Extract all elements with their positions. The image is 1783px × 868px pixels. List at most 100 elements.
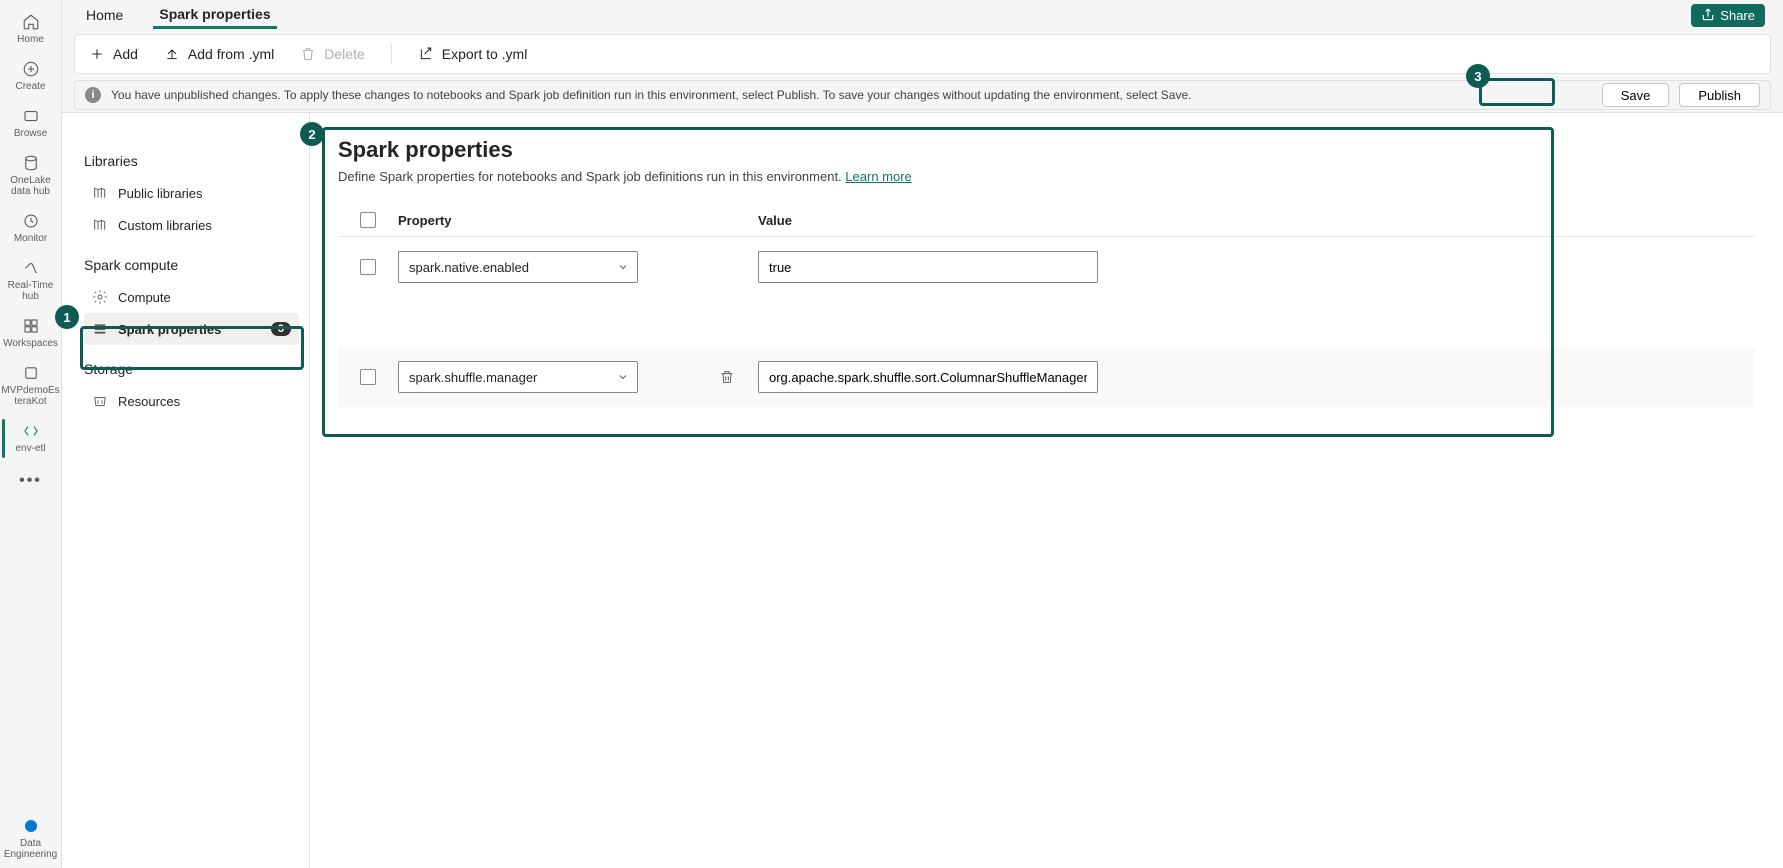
section-spark-compute: Spark compute [84,257,299,273]
callout-badge-1: 1 [55,305,79,329]
value-input[interactable] [758,251,1098,283]
folder-icon [21,106,41,126]
rail-more[interactable]: ••• [2,462,60,500]
share-icon [1701,8,1715,22]
data-eng-icon [21,816,41,836]
library-icon [92,185,108,201]
property-select-value: spark.shuffle.manager [409,370,537,385]
share-label: Share [1720,8,1755,23]
publish-button[interactable]: Publish [1679,83,1760,107]
toolbar-add[interactable]: Add [89,46,138,62]
page-description-text: Define Spark properties for notebooks an… [338,169,845,184]
info-icon: i [85,87,101,103]
rail-env-item-label: env-etl [15,443,45,454]
callout-badge-2: 2 [300,122,324,146]
row-checkbox[interactable] [360,369,376,385]
sidebar-spark-props-label: Spark properties [118,322,221,337]
rail-onelake[interactable]: OneLake data hub [2,147,60,205]
sidebar-compute[interactable]: Compute [84,281,299,313]
tab-home[interactable]: Home [80,3,129,27]
rail-home-label: Home [17,34,44,45]
table-row: spark.native.enabled [338,237,1755,297]
workspaces-icon [21,316,41,336]
rail-workspace-item[interactable]: MVPdemoEs teraKot [2,357,60,415]
env-icon [21,421,41,441]
table-row: spark.shuffle.manager [338,347,1755,407]
rail-realtime-label: Real-Time hub [2,280,60,302]
toolbar-add-yml-label: Add from .yml [188,46,274,62]
list-icon [92,321,108,337]
rail-browse-label: Browse [14,128,47,139]
chevron-down-icon [617,261,629,273]
rail-monitor[interactable]: Monitor [2,205,60,252]
rail-workspaces[interactable]: Workspaces [2,310,60,357]
database-icon [21,153,41,173]
spark-props-badge: 3 [271,322,291,336]
sidebar-public-label: Public libraries [118,186,203,201]
share-button[interactable]: Share [1691,4,1765,27]
rail-create-label: Create [15,81,45,92]
toolbar-add-label: Add [113,46,138,62]
banner: i You have unpublished changes. To apply… [74,80,1771,110]
sidebar-custom-libraries[interactable]: Custom libraries [84,209,299,241]
resources-icon [92,393,108,409]
monitor-icon [21,211,41,231]
rail-browse[interactable]: Browse [2,100,60,147]
value-input[interactable] [758,361,1098,393]
col-property: Property [398,213,718,228]
page-title: Spark properties [338,137,1755,163]
tabs-row: Home Spark properties Share [62,0,1783,30]
toolbar-delete: Delete [300,46,364,62]
sidebar-public-libraries[interactable]: Public libraries [84,177,299,209]
rail-data-engineering[interactable]: Data Engineering [2,810,60,868]
chevron-down-icon [617,371,629,383]
rail-home[interactable]: Home [2,6,60,53]
settings-sidebar: Libraries Public libraries Custom librar… [62,113,310,868]
select-all-checkbox[interactable] [360,212,376,228]
left-rail: Home Create Browse OneLake data hub Moni… [0,0,62,868]
col-value: Value [758,213,1755,228]
rail-workspace-item-label: MVPdemoEs teraKot [1,385,59,407]
row-checkbox[interactable] [360,259,376,275]
toolbar: Add Add from .yml Delete Export to .yml [74,34,1771,74]
learn-more-link[interactable]: Learn more [845,169,911,184]
rail-create[interactable]: Create [2,53,60,100]
home-icon [21,12,41,32]
rail-env-item[interactable]: env-etl [2,415,60,462]
plus-circle-icon [21,59,41,79]
toolbar-add-yml[interactable]: Add from .yml [164,46,274,62]
property-select[interactable]: spark.shuffle.manager [398,361,638,393]
sidebar-custom-label: Custom libraries [118,218,212,233]
section-storage: Storage [84,361,299,377]
rail-onelake-label: OneLake data hub [2,175,60,197]
sidebar-resources[interactable]: Resources [84,385,299,417]
page-description: Define Spark properties for notebooks an… [338,169,1755,184]
rail-data-eng-label: Data Engineering [2,838,60,860]
property-select[interactable]: spark.native.enabled [398,251,638,283]
rail-realtime[interactable]: Real-Time hub [2,252,60,310]
callout-badge-3: 3 [1466,64,1490,88]
workspace-item-icon [21,363,41,383]
realtime-icon [21,258,41,278]
sidebar-resources-label: Resources [118,394,180,409]
toolbar-delete-label: Delete [324,46,364,62]
banner-text: You have unpublished changes. To apply t… [111,88,1192,102]
toolbar-export-yml-label: Export to .yml [442,46,528,62]
tab-spark-properties[interactable]: Spark properties [153,2,276,29]
rail-workspaces-label: Workspaces [3,338,58,349]
properties-table: Property Value spark.native.enabled [338,204,1755,407]
rail-monitor-label: Monitor [14,233,47,244]
property-select-value: spark.native.enabled [409,260,529,275]
save-button[interactable]: Save [1602,83,1670,107]
section-libraries: Libraries [84,153,299,169]
plus-icon [89,46,105,62]
gear-icon [92,289,108,305]
upload-icon [164,46,180,62]
main-panel: Spark properties Define Spark properties… [310,113,1783,868]
library-custom-icon [92,217,108,233]
export-icon [418,46,434,62]
sidebar-spark-properties[interactable]: Spark properties 3 [84,313,299,345]
toolbar-export-yml[interactable]: Export to .yml [418,46,528,62]
delete-row-button[interactable] [718,368,736,386]
table-header: Property Value [338,204,1755,237]
